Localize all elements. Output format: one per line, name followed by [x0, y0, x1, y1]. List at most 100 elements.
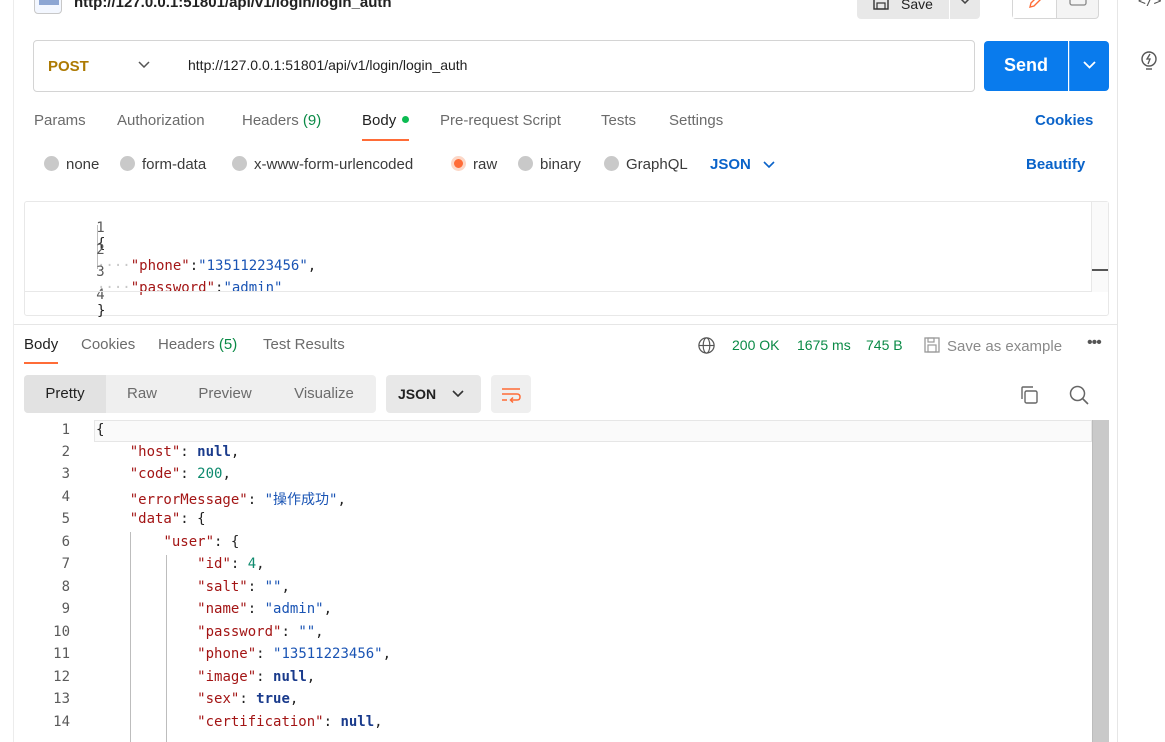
json-value: "": [298, 624, 316, 640]
radio-circle: [120, 156, 135, 171]
radio-none[interactable]: none: [44, 156, 99, 173]
json-key: "user": [163, 534, 215, 550]
radio-raw[interactable]: raw: [451, 156, 497, 173]
line-number: 5: [61, 511, 70, 527]
method-select[interactable]: POST: [34, 41, 174, 91]
view-pretty[interactable]: Pretty: [24, 375, 106, 413]
radio-raw-label: raw: [473, 156, 498, 173]
edit-comment-toggle[interactable]: [1012, 0, 1099, 19]
json-key: "id": [197, 556, 231, 572]
request-name[interactable]: http://127.0.0.1:51801/api/v1/login/logi…: [74, 0, 392, 11]
brace: {: [96, 422, 105, 438]
json-key: "salt": [197, 579, 248, 595]
tab-test-results[interactable]: Test Results: [263, 336, 345, 353]
response-headers-count: (5): [218, 336, 238, 353]
tab-body-label: Body: [362, 112, 397, 129]
url-input[interactable]: [188, 57, 948, 73]
request-body-editor[interactable]: 1 { 2 ····"phone":"13511223456", 3 ····"…: [24, 201, 1109, 319]
request-editor-scrollbar[interactable]: [1091, 202, 1108, 292]
code-line: 4 }: [25, 271, 1085, 319]
response-size[interactable]: 745 B: [866, 337, 903, 353]
cookies-link[interactable]: Cookies: [1035, 112, 1093, 129]
request-tabs: Params Authorization Headers (9) Body Pr…: [34, 110, 1109, 142]
editor-divider: [25, 291, 1108, 292]
radio-graphql-label: GraphQL: [626, 156, 688, 173]
code-line: 6 "user": {: [24, 534, 1084, 556]
response-view-toggle: Pretty Raw Preview Visualize: [24, 375, 376, 413]
response-time[interactable]: 1675 ms: [797, 337, 851, 353]
json-value: 4: [247, 556, 257, 572]
line-number: 14: [53, 714, 70, 730]
radio-circle: [604, 156, 619, 171]
chevron-down-icon: [960, 0, 970, 4]
line-number: 7: [61, 556, 70, 572]
tab-body[interactable]: Body: [362, 112, 410, 141]
line-number: 13: [53, 691, 70, 707]
body-indicator-dot: [402, 116, 410, 123]
tab-authorization[interactable]: Authorization: [117, 112, 205, 129]
brace: {: [230, 534, 240, 550]
body-type-options: none form-data x-www-form-urlencoded raw…: [44, 156, 1109, 178]
view-preview[interactable]: Preview: [178, 375, 272, 413]
tab-headers[interactable]: Headers (9): [242, 112, 321, 129]
globe-icon[interactable]: [697, 336, 716, 355]
search-icon[interactable]: [1068, 384, 1090, 406]
line-number: 4: [61, 489, 70, 505]
tab-settings[interactable]: Settings: [669, 112, 723, 129]
radio-urlencoded-label: x-www-form-urlencoded: [254, 156, 414, 173]
wrap-lines-button[interactable]: [491, 375, 531, 413]
send-options-button[interactable]: [1069, 41, 1109, 91]
tab-tests[interactable]: Tests: [601, 112, 636, 129]
body-format-label: JSON: [710, 156, 751, 173]
view-visualize[interactable]: Visualize: [272, 375, 376, 413]
radio-form-data[interactable]: form-data: [120, 156, 206, 173]
code-line: 3 "code": 200,: [24, 466, 1084, 488]
status-code[interactable]: 200 OK: [732, 337, 779, 353]
scrollbar-thumb[interactable]: [1092, 269, 1108, 271]
beautify-button[interactable]: Beautify: [1026, 156, 1085, 173]
http-request-icon: [34, 0, 62, 14]
save-as-example-button[interactable]: Save as example: [923, 336, 1062, 355]
view-raw[interactable]: Raw: [106, 375, 178, 413]
save-icon: [873, 0, 889, 10]
json-key: "host": [129, 444, 181, 460]
more-options-icon[interactable]: •••: [1087, 334, 1102, 352]
code-line: 2 "host": null,: [24, 444, 1084, 466]
save-label: Save: [901, 0, 933, 12]
wrap-lines-icon: [502, 388, 521, 404]
brace: {: [197, 511, 206, 527]
tab-response-cookies[interactable]: Cookies: [81, 336, 135, 353]
code-snippet-icon[interactable]: </>: [1138, 0, 1161, 9]
response-format-select[interactable]: JSON: [386, 375, 481, 413]
radio-urlencoded[interactable]: x-www-form-urlencoded: [232, 156, 413, 173]
copy-icon[interactable]: [1018, 384, 1040, 406]
line-number: 8: [61, 579, 70, 595]
edit-button[interactable]: [1013, 0, 1057, 18]
pane-divider[interactable]: [14, 324, 1117, 325]
json-key: "errorMessage": [129, 492, 248, 508]
left-sidebar-edge: [0, 0, 14, 742]
response-format-label: JSON: [398, 386, 437, 402]
radio-binary[interactable]: binary: [518, 156, 581, 173]
json-value: "": [264, 579, 282, 595]
code-line: 3 ····"password":"admin": [25, 248, 1085, 296]
tab-response-headers[interactable]: Headers (5): [158, 336, 237, 353]
lightbulb-icon[interactable]: [1139, 50, 1159, 72]
url-bar: POST: [33, 40, 975, 92]
response-body-editor[interactable]: 1 { 2 "host": null, 3 "code": 200, 4 "err…: [24, 420, 1109, 742]
radio-graphql[interactable]: GraphQL: [604, 156, 688, 173]
body-format-select[interactable]: JSON: [710, 156, 775, 173]
line-number: 1: [61, 422, 70, 438]
json-key: "password": [197, 624, 282, 640]
tab-pre-request-script[interactable]: Pre-request Script: [440, 112, 561, 129]
brace: }: [97, 303, 106, 319]
response-editor-scrollbar[interactable]: [1092, 420, 1109, 742]
tab-response-headers-label: Headers: [158, 336, 215, 353]
tab-params[interactable]: Params: [34, 112, 86, 129]
save-icon: [924, 337, 940, 353]
radio-none-label: none: [66, 156, 100, 173]
send-button[interactable]: Send: [984, 41, 1068, 91]
tab-response-body[interactable]: Body: [24, 336, 59, 364]
save-button[interactable]: Save: [857, 0, 949, 19]
save-options-button[interactable]: [950, 0, 980, 19]
